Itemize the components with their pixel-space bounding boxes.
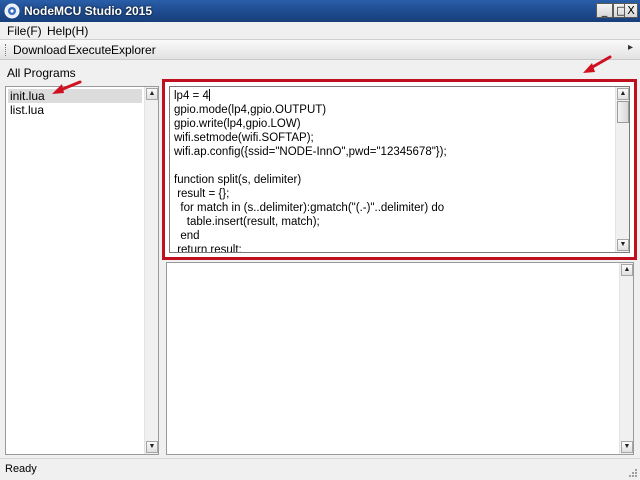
close-button[interactable]: X: [624, 3, 638, 18]
code-line: function split(s, delimiter): [174, 174, 302, 186]
toolbar-grip[interactable]: [5, 44, 7, 56]
app-logo-icon: [4, 3, 20, 19]
scroll-down-icon[interactable]: ▼: [617, 239, 629, 251]
all-programs-label: All Programs: [7, 66, 76, 80]
download-button[interactable]: Download: [13, 43, 66, 57]
window-title: NodeMCU Studio 2015: [24, 4, 153, 18]
code-line: for match in (s..delimiter):gmatch("(.-)…: [174, 202, 445, 214]
editor-highlight-frame: lp4 = 4 gpio.mode(lp4,gpio.OUTPUT) gpio.…: [162, 79, 637, 260]
code-line: return result;: [174, 244, 242, 253]
file-list-scrollbar[interactable]: ▲ ▼: [144, 87, 158, 454]
code-editor[interactable]: lp4 = 4 gpio.mode(lp4,gpio.OUTPUT) gpio.…: [169, 86, 630, 253]
scroll-up-icon[interactable]: ▲: [621, 264, 633, 276]
scroll-down-icon[interactable]: ▼: [621, 441, 633, 453]
resize-grip-icon[interactable]: [626, 466, 638, 478]
editor-scrollbar[interactable]: ▲ ▼: [615, 87, 629, 252]
text-cursor: [208, 89, 210, 101]
explorer-button[interactable]: Explorer: [111, 43, 156, 57]
code-line: wifi.ap.config({ssid="NODE-InnO",pwd="12…: [174, 146, 447, 158]
code-line: lp4 = 4: [174, 89, 210, 102]
status-bar: Ready: [0, 458, 640, 480]
file-item-init-lua[interactable]: init.lua: [8, 89, 142, 103]
title-bar: NodeMCU Studio 2015 _ □ X: [0, 0, 640, 22]
code-line: wifi.setmode(wifi.SOFTAP);: [174, 132, 314, 144]
file-list: init.lua list.lua ▲ ▼: [5, 86, 159, 455]
toolbar: Download Execute Explorer ▸: [0, 39, 640, 60]
scroll-up-icon[interactable]: ▲: [146, 88, 158, 100]
scroll-up-icon[interactable]: ▲: [617, 88, 629, 100]
menu-file[interactable]: File(F): [7, 24, 42, 38]
minimize-button[interactable]: _: [596, 3, 613, 18]
code-line: end: [174, 230, 200, 242]
status-text: Ready: [5, 463, 37, 475]
scroll-down-icon[interactable]: ▼: [146, 441, 158, 453]
code-line: gpio.mode(lp4,gpio.OUTPUT): [174, 104, 327, 116]
menu-help[interactable]: Help(H): [47, 24, 88, 38]
scroll-thumb[interactable]: [617, 101, 629, 123]
output-scrollbar[interactable]: ▲ ▼: [619, 263, 633, 454]
toolbar-overflow-icon[interactable]: ▸: [628, 42, 633, 53]
output-panel[interactable]: ▲ ▼: [166, 262, 634, 455]
code-line: result = {};: [174, 188, 230, 200]
code-line: table.insert(result, match);: [174, 216, 320, 228]
execute-button[interactable]: Execute: [68, 43, 111, 57]
file-item-list-lua[interactable]: list.lua: [8, 103, 142, 117]
code-line: gpio.write(lp4,gpio.LOW): [174, 118, 301, 130]
